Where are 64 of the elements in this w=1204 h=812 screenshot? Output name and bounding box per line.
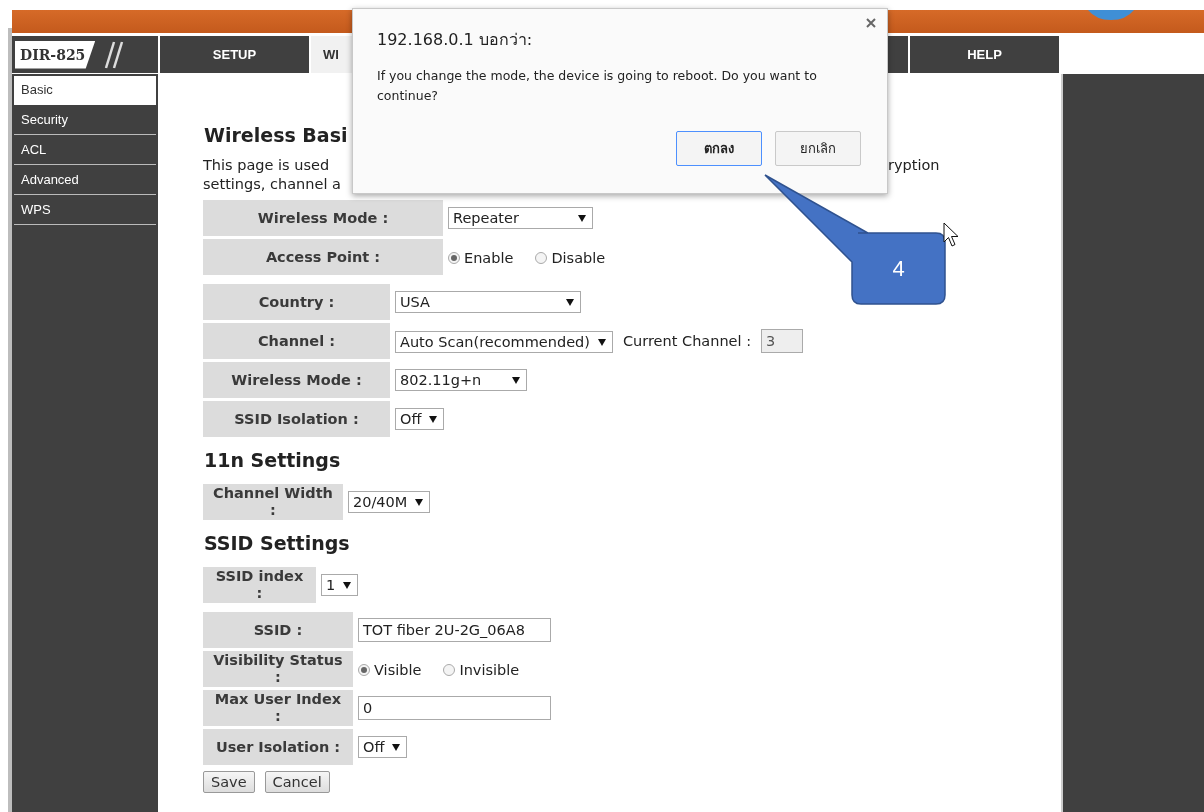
caret-icon: [566, 298, 574, 306]
dropdown[interactable]: Auto Scan(recommended): [395, 331, 613, 353]
caret-icon: [343, 581, 352, 589]
caret-icon: [429, 415, 438, 423]
input-field[interactable]: TOT fiber 2U-2G_06A8: [358, 618, 551, 642]
dropdown[interactable]: Off: [358, 736, 408, 758]
dropdown[interactable]: 1: [321, 574, 359, 596]
field-label: Access Point :: [203, 239, 443, 275]
sidebar-item[interactable]: Security: [14, 106, 156, 135]
intro-text: settings, channel a: [203, 176, 341, 192]
mouse-cursor-icon: [943, 222, 960, 248]
orb-icon: [1086, 10, 1136, 20]
caret-icon: [512, 376, 520, 384]
dialog-title: 192.168.0.1 บอกว่า:: [377, 29, 534, 51]
sidebar-item[interactable]: Basic: [14, 76, 156, 105]
radio-button[interactable]: [358, 664, 370, 676]
sidebar-item[interactable]: Advanced: [14, 166, 156, 195]
model-badge: DIR-825: [15, 40, 96, 69]
close-icon[interactable]: [865, 17, 877, 29]
field-label: Channel Width :: [203, 484, 343, 520]
caret-icon: [415, 498, 424, 506]
intro-text: This page is used: [203, 157, 330, 173]
field-label: SSID index :: [203, 567, 316, 603]
form-button[interactable]: Save: [203, 771, 255, 793]
field-label: Visibility Status :: [203, 651, 353, 687]
radio-button[interactable]: [448, 252, 460, 264]
callout-number: 4: [891, 254, 906, 283]
sidebar-item[interactable]: WPS: [14, 196, 156, 225]
dialog-button[interactable]: ยกเลิก: [775, 131, 861, 166]
radio-label: Visible: [374, 662, 422, 678]
radio-label: Enable: [464, 250, 514, 266]
field-label: Max User Index :: [203, 690, 353, 726]
caret-icon: [392, 743, 401, 751]
dialog-button[interactable]: ตกลง: [676, 131, 762, 166]
nav-tab[interactable]: HELP: [910, 36, 1059, 73]
section-heading: Wireless Basi: [204, 124, 348, 148]
field-label: Country :: [203, 284, 390, 320]
field-label: SSID Isolation :: [203, 401, 390, 437]
radio-button[interactable]: [535, 252, 548, 264]
section-heading: SSID Settings: [204, 532, 350, 556]
field-label: Current Channel :: [622, 333, 752, 349]
dropdown[interactable]: Off: [395, 408, 445, 430]
field-label: Wireless Mode :: [203, 362, 390, 398]
sidebar-item[interactable]: ACL: [14, 136, 156, 165]
intro-text: ryption: [888, 156, 940, 175]
caret-icon: [578, 214, 586, 222]
field-label: Channel :: [203, 323, 390, 359]
field-label: SSID :: [203, 612, 353, 648]
caret-icon: [597, 338, 606, 346]
field-label: Wireless Mode :: [203, 200, 443, 236]
radio-button[interactable]: [443, 664, 456, 676]
dropdown[interactable]: 802.11g+n: [395, 369, 527, 391]
form-button[interactable]: Cancel: [264, 771, 330, 793]
input-field[interactable]: 0: [358, 696, 551, 720]
radio-label: Invisible: [459, 662, 520, 678]
dropdown[interactable]: USA: [395, 291, 581, 313]
radio-label: Disable: [551, 250, 606, 266]
dialog-message: If you change the mode, the device is going to reboot. Do you want to continue?: [377, 67, 818, 105]
dropdown[interactable]: 20/40M: [348, 491, 431, 513]
nav-tab[interactable]: SETUP: [160, 36, 309, 73]
field-label: User Isolation :: [203, 729, 353, 765]
channel-field[interactable]: 3: [761, 329, 804, 353]
section-heading: 11n Settings: [204, 449, 341, 473]
dropdown[interactable]: Repeater: [448, 207, 593, 229]
